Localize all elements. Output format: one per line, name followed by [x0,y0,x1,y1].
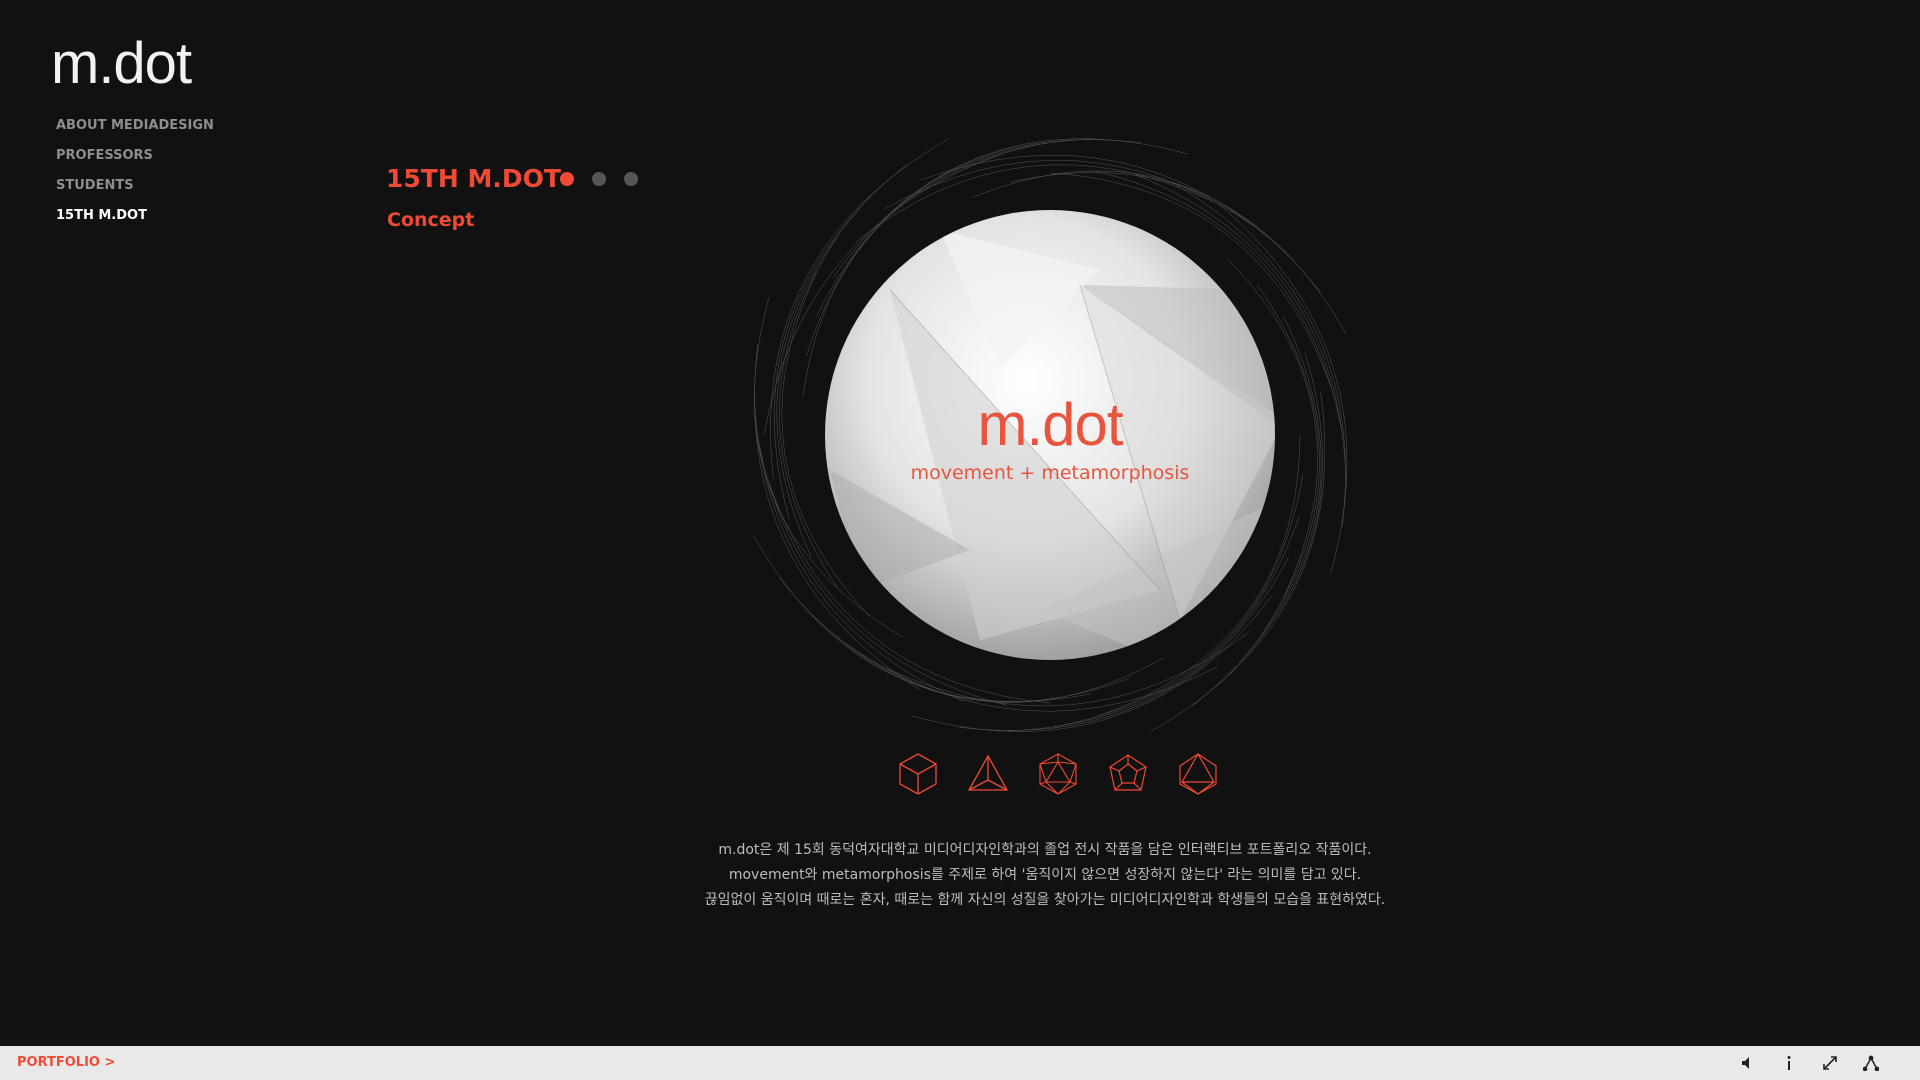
hero-tagline: movement + metamorphosis [910,462,1190,484]
pager-dot-3[interactable] [624,172,638,186]
sound-icon[interactable] [1738,1053,1757,1072]
icosahedron-icon[interactable] [1038,752,1078,796]
slide-pager [560,172,638,186]
info-icon[interactable] [1779,1053,1798,1072]
logo[interactable]: m.dot [51,30,192,97]
cube-icon[interactable] [898,752,938,796]
shape-icons [898,752,1218,796]
hero-artwork: m.dot movement + metamorphosis [740,120,1360,740]
section-title: 15TH M.DOT [386,164,561,193]
octahedron-icon[interactable] [1178,752,1218,796]
fullscreen-icon[interactable] [1820,1053,1839,1072]
tetrahedron-icon[interactable] [967,752,1009,796]
nav-item-professors[interactable]: PROFESSORS [56,147,214,177]
pager-dot-1[interactable] [560,172,574,186]
portfolio-link[interactable]: PORTFOLIO > [17,1055,115,1070]
description-line-2: movement와 metamorphosis를 주제로 하여 '움직이지 않으… [728,867,1362,883]
description: m.dot은 제 15회 동덕여자대학교 미디어디자인학과의 졸업 전시 작품을… [560,838,1530,913]
dodecahedron-icon[interactable] [1108,752,1148,796]
bottom-bar: PORTFOLIO > [0,1046,1920,1080]
description-line-1: m.dot은 제 15회 동덕여자대학교 미디어디자인학과의 졸업 전시 작품을… [718,842,1372,858]
main-nav: ABOUT MEDIADESIGN PROFESSORS STUDENTS 15… [56,117,214,237]
description-line-3: 끊임없이 움직이며 때로는 혼자, 때로는 함께 자신의 성질을 찾아가는 미디… [704,892,1386,908]
share-icon[interactable] [1861,1053,1880,1072]
section-subtitle: Concept [387,209,475,231]
control-icons [1738,1053,1880,1072]
pager-dot-2[interactable] [592,172,606,186]
nav-item-15th-mdot[interactable]: 15TH M.DOT [56,207,214,237]
nav-item-students[interactable]: STUDENTS [56,177,214,207]
hero-brand: m.dot [977,391,1123,458]
nav-item-about[interactable]: ABOUT MEDIADESIGN [56,117,214,147]
page: m.dot ABOUT MEDIADESIGN PROFESSORS STUDE… [0,0,1920,1080]
